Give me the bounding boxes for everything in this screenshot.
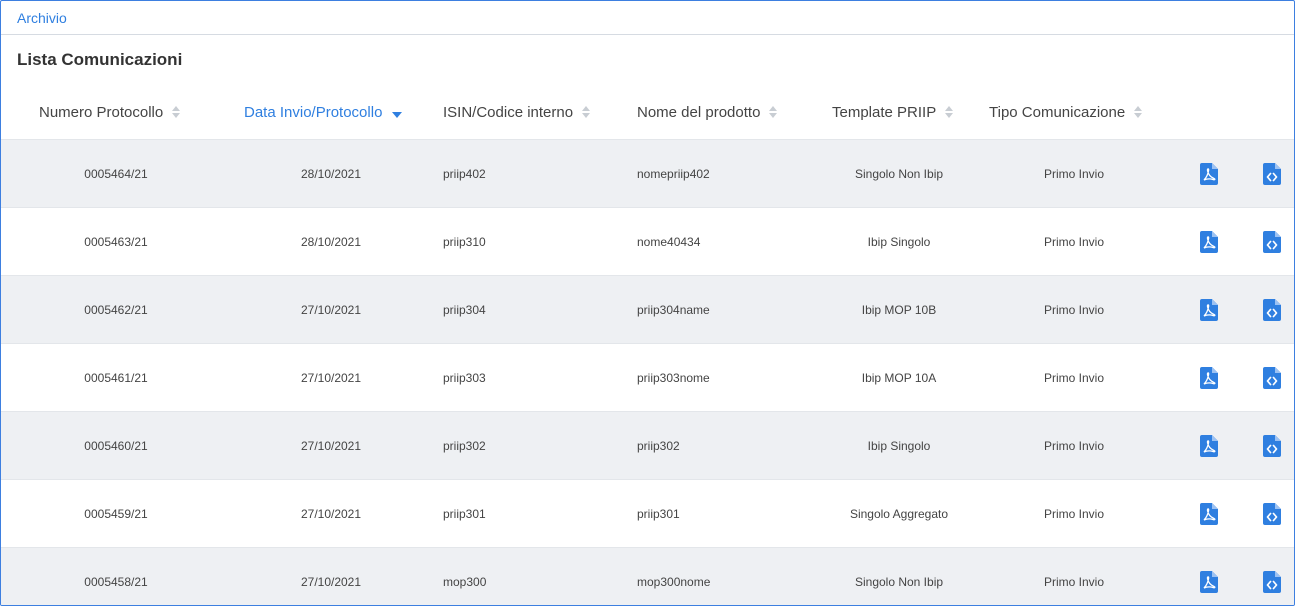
code-file-icon[interactable] — [1263, 503, 1281, 525]
product-name-cell: priip303nome — [637, 370, 710, 385]
template-priip-cell: Ibip Singolo — [867, 438, 931, 453]
send-date-cell: 27/10/2021 — [300, 370, 362, 385]
pdf-file-icon[interactable] — [1200, 435, 1218, 457]
isin-cell: mop300 — [443, 574, 487, 589]
send-date-cell: 28/10/2021 — [300, 166, 362, 181]
page-title: Lista Comunicazioni — [17, 50, 183, 69]
sort-icon — [171, 105, 181, 119]
code-file-icon[interactable] — [1263, 435, 1281, 457]
breadcrumb-archivio-link[interactable]: Archivio — [17, 10, 67, 26]
table-row[interactable]: 0005459/21 27/10/2021 priip301 priip301 … — [1, 479, 1294, 547]
template-priip-cell: Singolo Non Ibip — [854, 574, 944, 589]
protocol-number-cell: 0005461/21 — [84, 370, 148, 385]
product-name-cell: mop300nome — [637, 574, 711, 589]
table-row[interactable]: 0005458/21 27/10/2021 mop300 mop300nome … — [1, 547, 1294, 605]
isin-cell: priip303 — [443, 370, 486, 385]
protocol-number-cell: 0005464/21 — [84, 166, 148, 181]
code-file-icon[interactable] — [1263, 299, 1281, 321]
protocol-number-cell: 0005463/21 — [84, 234, 148, 249]
code-file-icon[interactable] — [1263, 163, 1281, 185]
column-header-label: ISIN/Codice interno — [443, 103, 574, 121]
code-file-icon[interactable] — [1263, 571, 1281, 593]
sort-descending-icon — [392, 112, 403, 118]
product-name-cell: priip304name — [637, 302, 710, 317]
communication-type-cell: Primo Invio — [1043, 438, 1105, 453]
pdf-file-icon[interactable] — [1200, 367, 1218, 389]
template-priip-cell: Ibip Singolo — [867, 234, 931, 249]
product-name-cell: nome40434 — [637, 234, 701, 249]
column-header-label: Data Invio/Protocollo — [244, 103, 383, 121]
archive-panel: Archivio Lista Comunicazioni Numero Prot… — [0, 0, 1295, 606]
protocol-number-cell: 0005462/21 — [84, 302, 148, 317]
sort-icon — [581, 105, 591, 119]
column-header-template-priip[interactable]: Template PRIIP — [832, 85, 954, 139]
column-header-nome-prodotto[interactable]: Nome del prodotto — [637, 85, 778, 139]
pdf-file-icon[interactable] — [1200, 231, 1218, 253]
column-header-data-invio[interactable]: Data Invio/Protocollo — [244, 85, 403, 139]
isin-cell: priip301 — [443, 506, 486, 521]
send-date-cell: 27/10/2021 — [300, 506, 362, 521]
table-row[interactable]: 0005464/21 28/10/2021 priip402 nomepriip… — [1, 139, 1294, 207]
pdf-file-icon[interactable] — [1200, 503, 1218, 525]
protocol-number-cell: 0005460/21 — [84, 438, 148, 453]
communication-type-cell: Primo Invio — [1043, 574, 1105, 589]
table-row[interactable]: 0005460/21 27/10/2021 priip302 priip302 … — [1, 411, 1294, 479]
template-priip-cell: Ibip MOP 10A — [861, 370, 937, 385]
pdf-file-icon[interactable] — [1200, 571, 1218, 593]
protocol-number-cell: 0005459/21 — [84, 506, 148, 521]
table-row[interactable]: 0005461/21 27/10/2021 priip303 priip303n… — [1, 343, 1294, 411]
code-file-icon[interactable] — [1263, 367, 1281, 389]
table-row[interactable]: 0005463/21 28/10/2021 priip310 nome40434… — [1, 207, 1294, 275]
sort-icon — [1133, 105, 1143, 119]
column-header-label: Template PRIIP — [832, 103, 937, 121]
template-priip-cell: Ibip MOP 10B — [861, 302, 937, 317]
column-header-tipo-comunicazione[interactable]: Tipo Comunicazione — [989, 85, 1143, 139]
isin-cell: priip402 — [443, 166, 486, 181]
sort-icon — [944, 105, 954, 119]
send-date-cell: 27/10/2021 — [300, 574, 362, 589]
isin-cell: priip302 — [443, 438, 486, 453]
template-priip-cell: Singolo Aggregato — [849, 506, 949, 521]
product-name-cell: nomepriip402 — [637, 166, 710, 181]
isin-cell: priip310 — [443, 234, 486, 249]
communication-type-cell: Primo Invio — [1043, 166, 1105, 181]
template-priip-cell: Singolo Non Ibip — [854, 166, 944, 181]
communication-type-cell: Primo Invio — [1043, 506, 1105, 521]
send-date-cell: 27/10/2021 — [300, 302, 362, 317]
code-file-icon[interactable] — [1263, 231, 1281, 253]
table-body: 0005464/21 28/10/2021 priip402 nomepriip… — [1, 139, 1294, 605]
table-header: Numero Protocollo Data Invio/Protocollo … — [1, 85, 1294, 139]
send-date-cell: 28/10/2021 — [300, 234, 362, 249]
column-header-isin[interactable]: ISIN/Codice interno — [443, 85, 591, 139]
pdf-file-icon[interactable] — [1200, 299, 1218, 321]
column-header-label: Numero Protocollo — [39, 103, 164, 121]
table-row[interactable]: 0005462/21 27/10/2021 priip304 priip304n… — [1, 275, 1294, 343]
send-date-cell: 27/10/2021 — [300, 438, 362, 453]
column-header-label: Tipo Comunicazione — [989, 103, 1126, 121]
product-name-cell: priip302 — [637, 438, 680, 453]
column-header-label: Nome del prodotto — [637, 103, 761, 121]
column-header-numero-protocollo[interactable]: Numero Protocollo — [39, 85, 181, 139]
sort-icon — [768, 105, 778, 119]
pdf-file-icon[interactable] — [1200, 163, 1218, 185]
protocol-number-cell: 0005458/21 — [84, 574, 148, 589]
communication-type-cell: Primo Invio — [1043, 302, 1105, 317]
breadcrumb: Archivio — [1, 1, 1294, 35]
communication-type-cell: Primo Invio — [1043, 370, 1105, 385]
communication-type-cell: Primo Invio — [1043, 234, 1105, 249]
product-name-cell: priip301 — [637, 506, 680, 521]
isin-cell: priip304 — [443, 302, 486, 317]
